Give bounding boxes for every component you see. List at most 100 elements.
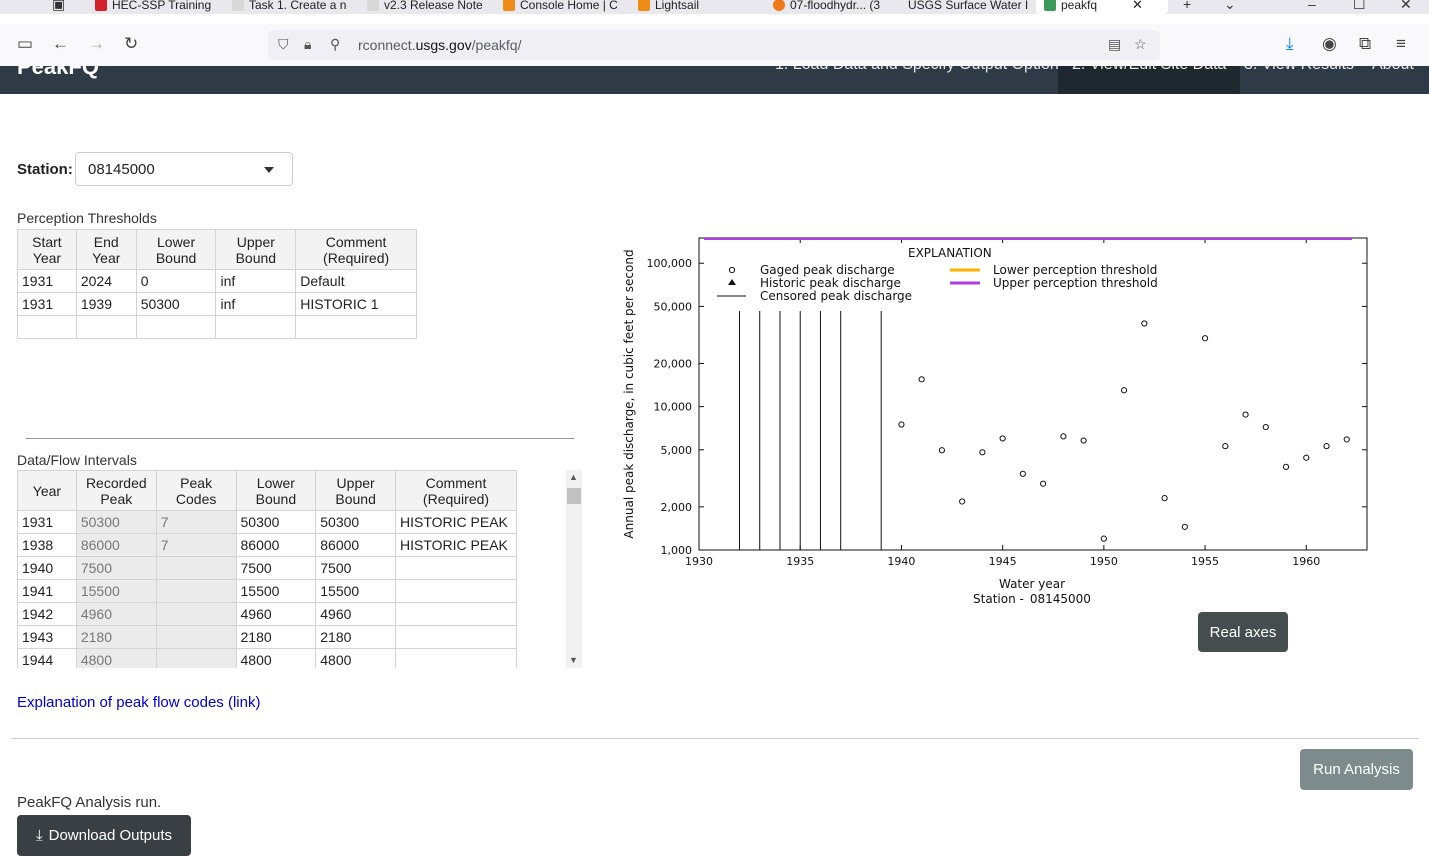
- reader-view-icon[interactable]: ▤: [1108, 36, 1121, 53]
- table-cell[interactable]: inf: [215, 292, 297, 316]
- peak-flow-codes-link[interactable]: Explanation of peak flow codes (link): [17, 694, 260, 711]
- chevron-down-icon[interactable]: ⌄: [1224, 0, 1236, 13]
- column-header[interactable]: Recorded Peak: [75, 470, 157, 511]
- table-cell[interactable]: 2180: [235, 625, 317, 649]
- browser-tab[interactable]: Task 1. Create a n: [232, 0, 350, 14]
- real-axes-button[interactable]: Real axes: [1198, 612, 1288, 652]
- table-cell[interactable]: 15500: [235, 579, 317, 603]
- table-cell[interactable]: 0: [135, 269, 217, 293]
- forward-icon[interactable]: →: [88, 34, 105, 54]
- table-cell[interactable]: 50300: [135, 292, 217, 316]
- browser-tab[interactable]: HEC-SSP Training: [95, 0, 220, 14]
- extensions-icon[interactable]: ⧉: [1359, 34, 1371, 54]
- column-header[interactable]: End Year: [75, 229, 137, 270]
- scroll-down-icon[interactable]: ▼: [569, 655, 578, 665]
- table-cell[interactable]: 1939: [75, 292, 137, 316]
- back-icon[interactable]: ←: [52, 34, 69, 54]
- column-header[interactable]: Upper Bound: [315, 470, 396, 511]
- table-cell[interactable]: Default: [295, 269, 417, 293]
- table-cell[interactable]: 1931: [17, 269, 77, 293]
- sidebar-icon[interactable]: ▭: [17, 34, 33, 54]
- table-cell[interactable]: 1940: [17, 556, 77, 580]
- browser-tab[interactable]: v2.3 Release Note: [367, 0, 485, 14]
- nav-about[interactable]: About: [1372, 66, 1414, 74]
- close-window-icon[interactable]: ✕: [1400, 0, 1412, 13]
- lock-icon[interactable]: 🔒︎: [304, 36, 311, 53]
- table-cell[interactable]: HISTORIC 1: [295, 292, 417, 316]
- nav-view-edit-site-data[interactable]: 2. View/Edit Site Data: [1058, 66, 1241, 94]
- maximize-icon[interactable]: ☐: [1353, 0, 1366, 13]
- table-cell[interactable]: 4800: [235, 648, 317, 668]
- table-cell[interactable]: 1931: [17, 292, 77, 316]
- table-cell[interactable]: 4800: [315, 648, 396, 668]
- permissions-icon[interactable]: ⚲: [330, 36, 340, 53]
- minimize-icon[interactable]: –: [1308, 0, 1316, 12]
- table-cell[interactable]: HISTORIC PEAK: [395, 533, 517, 557]
- run-analysis-button[interactable]: Run Analysis: [1300, 749, 1413, 790]
- table-cell[interactable]: 7500: [235, 556, 317, 580]
- column-header[interactable]: Upper Bound: [215, 229, 297, 270]
- shield-icon[interactable]: ⛉: [278, 36, 289, 53]
- column-header[interactable]: Comment (Required): [395, 470, 517, 511]
- table-cell[interactable]: 86000: [315, 533, 396, 557]
- browser-tab-active[interactable]: peakfq ✕: [1036, 0, 1168, 14]
- table-cell[interactable]: 50300: [315, 510, 396, 534]
- menu-icon[interactable]: ≡: [1396, 34, 1406, 54]
- table-cell[interactable]: 1931: [17, 510, 77, 534]
- table-cell[interactable]: [215, 315, 297, 339]
- table-cell[interactable]: [135, 315, 217, 339]
- download-outputs-button[interactable]: ⤓ Download Outputs: [17, 815, 191, 856]
- column-header[interactable]: Lower Bound: [235, 470, 317, 511]
- url-bar[interactable]: ⛉ 🔒︎ ⚲ rconnect.usgs.gov/peakfq/ ▤ ☆: [268, 30, 1160, 60]
- table-cell[interactable]: [395, 556, 517, 580]
- table-cell[interactable]: [75, 315, 137, 339]
- scrollbar-thumb[interactable]: [567, 488, 581, 504]
- station-select[interactable]: 08145000: [75, 152, 293, 186]
- nav-load-data[interactable]: 1. Load Data and Specify Output Options: [775, 66, 1067, 74]
- table-cell[interactable]: 86000: [235, 533, 317, 557]
- table-cell[interactable]: 1938: [17, 533, 77, 557]
- table-cell[interactable]: 4960: [235, 602, 317, 626]
- table-cell[interactable]: 15500: [315, 579, 396, 603]
- column-header[interactable]: Start Year: [17, 229, 77, 270]
- table-cell[interactable]: 1942: [17, 602, 77, 626]
- table-cell[interactable]: [395, 602, 517, 626]
- table-cell[interactable]: 1941: [17, 579, 77, 603]
- table-scrollbar[interactable]: ▲ ▼: [566, 470, 582, 668]
- table-cell[interactable]: 1943: [17, 625, 77, 649]
- new-tab-icon[interactable]: +: [1183, 0, 1191, 12]
- column-header[interactable]: Lower Bound: [135, 229, 217, 270]
- table-cell[interactable]: HISTORIC PEAK: [395, 510, 517, 534]
- browser-tab[interactable]: Lightsail: [638, 0, 756, 14]
- table-cell[interactable]: 1944: [17, 648, 77, 668]
- table-cell[interactable]: 7500: [315, 556, 396, 580]
- tab-list-icon[interactable]: ▣: [52, 0, 65, 13]
- data-flow-intervals-viewport[interactable]: Year Recorded Peak Peak Codes Lower Boun…: [17, 470, 517, 668]
- table-cell[interactable]: [395, 579, 517, 603]
- table-cell[interactable]: 50300: [235, 510, 317, 534]
- table-cell[interactable]: 2024: [75, 269, 137, 293]
- account-icon[interactable]: ◉: [1322, 34, 1337, 54]
- table-cell[interactable]: 2180: [315, 625, 396, 649]
- table-cell[interactable]: [295, 315, 417, 339]
- browser-tab[interactable]: Console Home | C: [503, 0, 621, 14]
- scroll-up-icon[interactable]: ▲: [569, 472, 578, 482]
- x-tick-label: 1955: [1191, 555, 1219, 568]
- table-cell[interactable]: [395, 625, 517, 649]
- table-cell[interactable]: [395, 648, 517, 668]
- table-cell[interactable]: 4960: [315, 602, 396, 626]
- reload-icon[interactable]: ↻: [124, 34, 138, 54]
- browser-tab[interactable]: 07-floodhydr... (3: [773, 0, 891, 14]
- download-icon[interactable]: ⤓: [1286, 34, 1294, 54]
- column-header[interactable]: Peak Codes: [155, 470, 237, 511]
- close-tab-icon[interactable]: ✕: [1132, 0, 1143, 13]
- legend-upper-threshold-label: Upper perception threshold: [993, 276, 1158, 290]
- nav-view-results[interactable]: 3. View Results: [1244, 66, 1354, 74]
- bookmark-star-icon[interactable]: ☆: [1134, 36, 1147, 53]
- app-brand[interactable]: PeakFQ: [17, 66, 99, 80]
- table-cell[interactable]: [17, 315, 77, 339]
- table-cell[interactable]: inf: [215, 269, 297, 293]
- column-header[interactable]: Year: [17, 470, 77, 511]
- column-header[interactable]: Comment (Required): [295, 229, 417, 270]
- browser-tab[interactable]: USGS Surface Water I: [908, 0, 1028, 14]
